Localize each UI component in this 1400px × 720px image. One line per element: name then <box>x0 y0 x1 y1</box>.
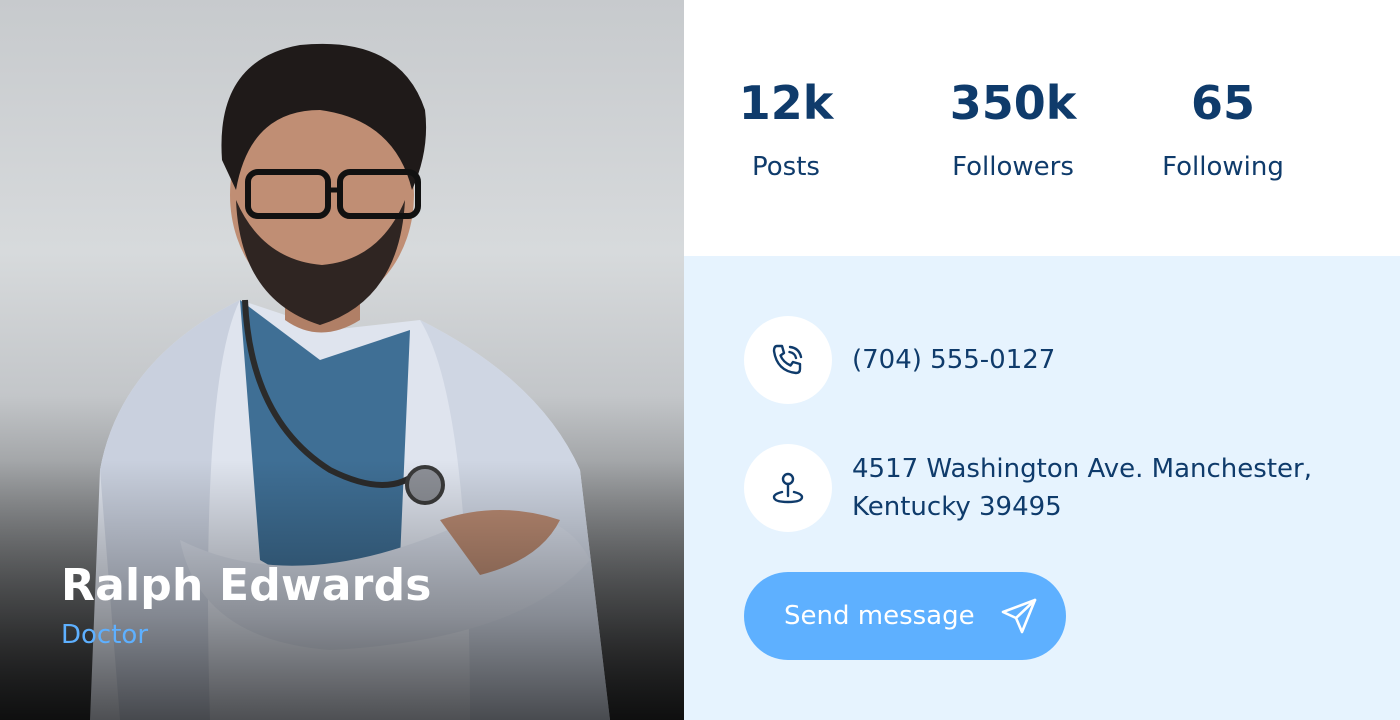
contact-address-row: 4517 Washington Ave. Manchester, Kentuck… <box>744 444 1332 532</box>
stats-section: 12k Posts 350k Followers 65 Following <box>684 0 1400 256</box>
profile-card: Ralph Edwards Doctor 12k Posts 350k Foll… <box>0 0 1400 720</box>
location-pin-icon <box>744 444 832 532</box>
stat-posts-label: Posts <box>752 152 820 182</box>
stat-posts-value: 12k <box>738 76 834 130</box>
paper-plane-icon <box>1001 598 1037 634</box>
stat-followers-value: 350k <box>949 76 1077 130</box>
phone-icon <box>744 316 832 404</box>
profile-details: 12k Posts 350k Followers 65 Following (7… <box>684 0 1400 720</box>
profile-name: Ralph Edwards <box>61 560 432 611</box>
profile-photo: Ralph Edwards Doctor <box>0 0 684 720</box>
profile-role: Doctor <box>61 620 149 650</box>
contact-phone[interactable]: (704) 555-0127 <box>852 341 1055 379</box>
stat-following-label: Following <box>1162 152 1284 182</box>
stat-posts: 12k Posts <box>686 74 886 182</box>
contact-address: 4517 Washington Ave. Manchester, Kentuck… <box>852 454 1312 522</box>
stat-following-value: 65 <box>1190 76 1255 130</box>
stat-following: 65 Following <box>1123 74 1323 182</box>
send-message-button[interactable]: Send message <box>744 572 1066 660</box>
stat-followers: 350k Followers <box>913 74 1113 182</box>
send-message-label: Send message <box>784 601 975 631</box>
contact-phone-row: (704) 555-0127 <box>744 316 1055 404</box>
contact-section: (704) 555-0127 4517 Washington Ave. Manc… <box>684 256 1400 720</box>
stat-followers-label: Followers <box>952 152 1074 182</box>
